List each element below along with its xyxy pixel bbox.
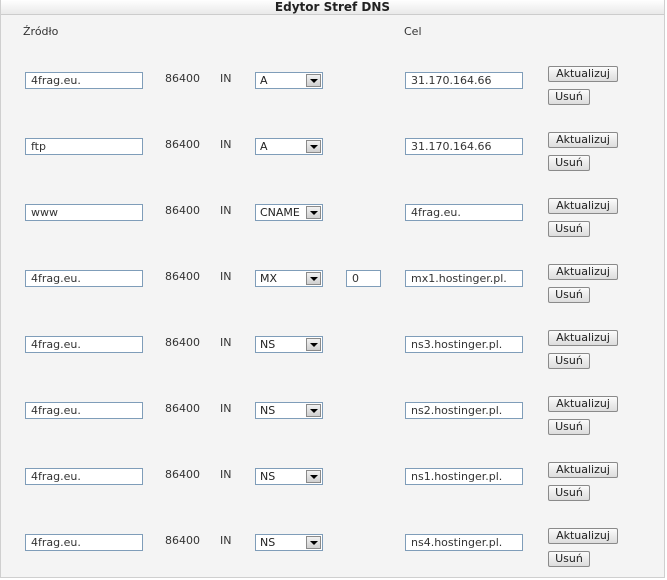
record-type-select[interactable]: CNAME <box>255 204 323 221</box>
record-name-input[interactable]: 4frag.eu. <box>25 468 143 485</box>
update-button[interactable]: Aktualizuj <box>548 132 618 148</box>
record-type-value: A <box>260 140 268 153</box>
record-type-select[interactable]: NS <box>255 336 323 353</box>
record-name-input[interactable]: 4frag.eu. <box>25 270 143 287</box>
record-target-input[interactable]: ns3.hostinger.pl. <box>405 336 523 353</box>
record-type-select[interactable]: NS <box>255 468 323 485</box>
update-button[interactable]: Aktualizuj <box>548 264 618 280</box>
record-type-value: NS <box>260 338 276 351</box>
record-name-input[interactable]: 4frag.eu. <box>25 336 143 353</box>
source-column-header: Źródło <box>23 25 59 38</box>
dropdown-arrow-icon[interactable] <box>306 404 321 417</box>
update-button[interactable]: Aktualizuj <box>548 330 618 346</box>
record-name-input[interactable]: www <box>25 204 143 221</box>
record-type-select[interactable]: A <box>255 138 323 155</box>
delete-button[interactable]: Usuń <box>548 353 590 369</box>
update-button[interactable]: Aktualizuj <box>548 396 618 412</box>
dns-record-row: ftp 86400 IN A 31.170.164.66 Aktualizuj Usuń <box>1 126 664 176</box>
record-ttl: 86400 <box>165 72 200 85</box>
dropdown-arrow-icon[interactable] <box>306 536 321 549</box>
dropdown-arrow-icon[interactable] <box>306 470 321 483</box>
update-button[interactable]: Aktualizuj <box>548 462 618 478</box>
dns-record-row: 4frag.eu. 86400 IN NS ns1.hostinger.pl. Akt… <box>1 456 664 506</box>
record-class: IN <box>220 138 232 151</box>
record-type-value: A <box>260 74 268 87</box>
record-ttl: 86400 <box>165 534 200 547</box>
record-target-input[interactable]: ns4.hostinger.pl. <box>405 534 523 551</box>
dropdown-arrow-icon[interactable] <box>306 206 321 219</box>
record-type-value: NS <box>260 536 276 549</box>
update-button[interactable]: Aktualizuj <box>548 198 618 214</box>
dns-record-row: 4frag.eu. 86400 IN NS ns2.hostinger.pl. Akt… <box>1 390 664 440</box>
record-name-input[interactable]: 4frag.eu. <box>25 402 143 419</box>
record-target-input[interactable]: ns2.hostinger.pl. <box>405 402 523 419</box>
record-ttl: 86400 <box>165 138 200 151</box>
record-type-select[interactable]: NS <box>255 402 323 419</box>
dns-record-row: 4frag.eu. 86400 IN NS ns4.hostinger.pl. Akt… <box>1 522 664 572</box>
delete-button[interactable]: Usuń <box>548 287 590 303</box>
target-column-header: Cel <box>404 25 422 38</box>
delete-button[interactable]: Usuń <box>548 155 590 171</box>
record-class: IN <box>220 468 232 481</box>
record-class: IN <box>220 72 232 85</box>
dropdown-arrow-icon[interactable] <box>306 338 321 351</box>
record-ttl: 86400 <box>165 270 200 283</box>
dns-zone-editor-panel: Edytor Stref DNS Źródło Cel 4frag.eu. 864… <box>0 0 665 578</box>
record-priority-input[interactable]: 0 <box>346 270 381 287</box>
record-target-input[interactable]: 4frag.eu. <box>405 204 523 221</box>
dns-record-row: 4frag.eu. 86400 IN A 31.170.164.66 Aktualiz… <box>1 60 664 110</box>
record-name-input[interactable]: 4frag.eu. <box>25 534 143 551</box>
record-ttl: 86400 <box>165 468 200 481</box>
record-name-input[interactable]: 4frag.eu. <box>25 72 143 89</box>
record-class: IN <box>220 336 232 349</box>
record-class: IN <box>220 270 232 283</box>
dns-record-row: 4frag.eu. 86400 IN NS ns3.hostinger.pl. Akt… <box>1 324 664 374</box>
record-type-select[interactable]: A <box>255 72 323 89</box>
panel-title: Edytor Stref DNS <box>1 0 664 15</box>
dropdown-arrow-icon[interactable] <box>306 74 321 87</box>
record-type-value: MX <box>260 272 278 285</box>
record-target-input[interactable]: 31.170.164.66 <box>405 138 523 155</box>
record-target-input[interactable]: mx1.hostinger.pl. <box>405 270 523 287</box>
delete-button[interactable]: Usuń <box>548 551 590 567</box>
record-type-select[interactable]: MX <box>255 270 323 287</box>
record-ttl: 86400 <box>165 402 200 415</box>
record-type-value: NS <box>260 470 276 483</box>
delete-button[interactable]: Usuń <box>548 221 590 237</box>
record-type-value: NS <box>260 404 276 417</box>
dropdown-arrow-icon[interactable] <box>306 140 321 153</box>
record-ttl: 86400 <box>165 204 200 217</box>
delete-button[interactable]: Usuń <box>548 485 590 501</box>
record-ttl: 86400 <box>165 336 200 349</box>
record-type-value: CNAME <box>260 206 300 219</box>
record-type-select[interactable]: NS <box>255 534 323 551</box>
record-target-input[interactable]: ns1.hostinger.pl. <box>405 468 523 485</box>
record-class: IN <box>220 534 232 547</box>
record-class: IN <box>220 402 232 415</box>
dns-record-row: www 86400 IN CNAME 4frag.eu. Aktualizuj Usuń <box>1 192 664 242</box>
dropdown-arrow-icon[interactable] <box>306 272 321 285</box>
update-button[interactable]: Aktualizuj <box>548 66 618 82</box>
update-button[interactable]: Aktualizuj <box>548 528 618 544</box>
record-name-input[interactable]: ftp <box>25 138 143 155</box>
delete-button[interactable]: Usuń <box>548 89 590 105</box>
record-class: IN <box>220 204 232 217</box>
record-target-input[interactable]: 31.170.164.66 <box>405 72 523 89</box>
delete-button[interactable]: Usuń <box>548 419 590 435</box>
dns-record-row: 4frag.eu. 86400 IN MX 0 mx1.hostinger.pl. Ak… <box>1 258 664 308</box>
